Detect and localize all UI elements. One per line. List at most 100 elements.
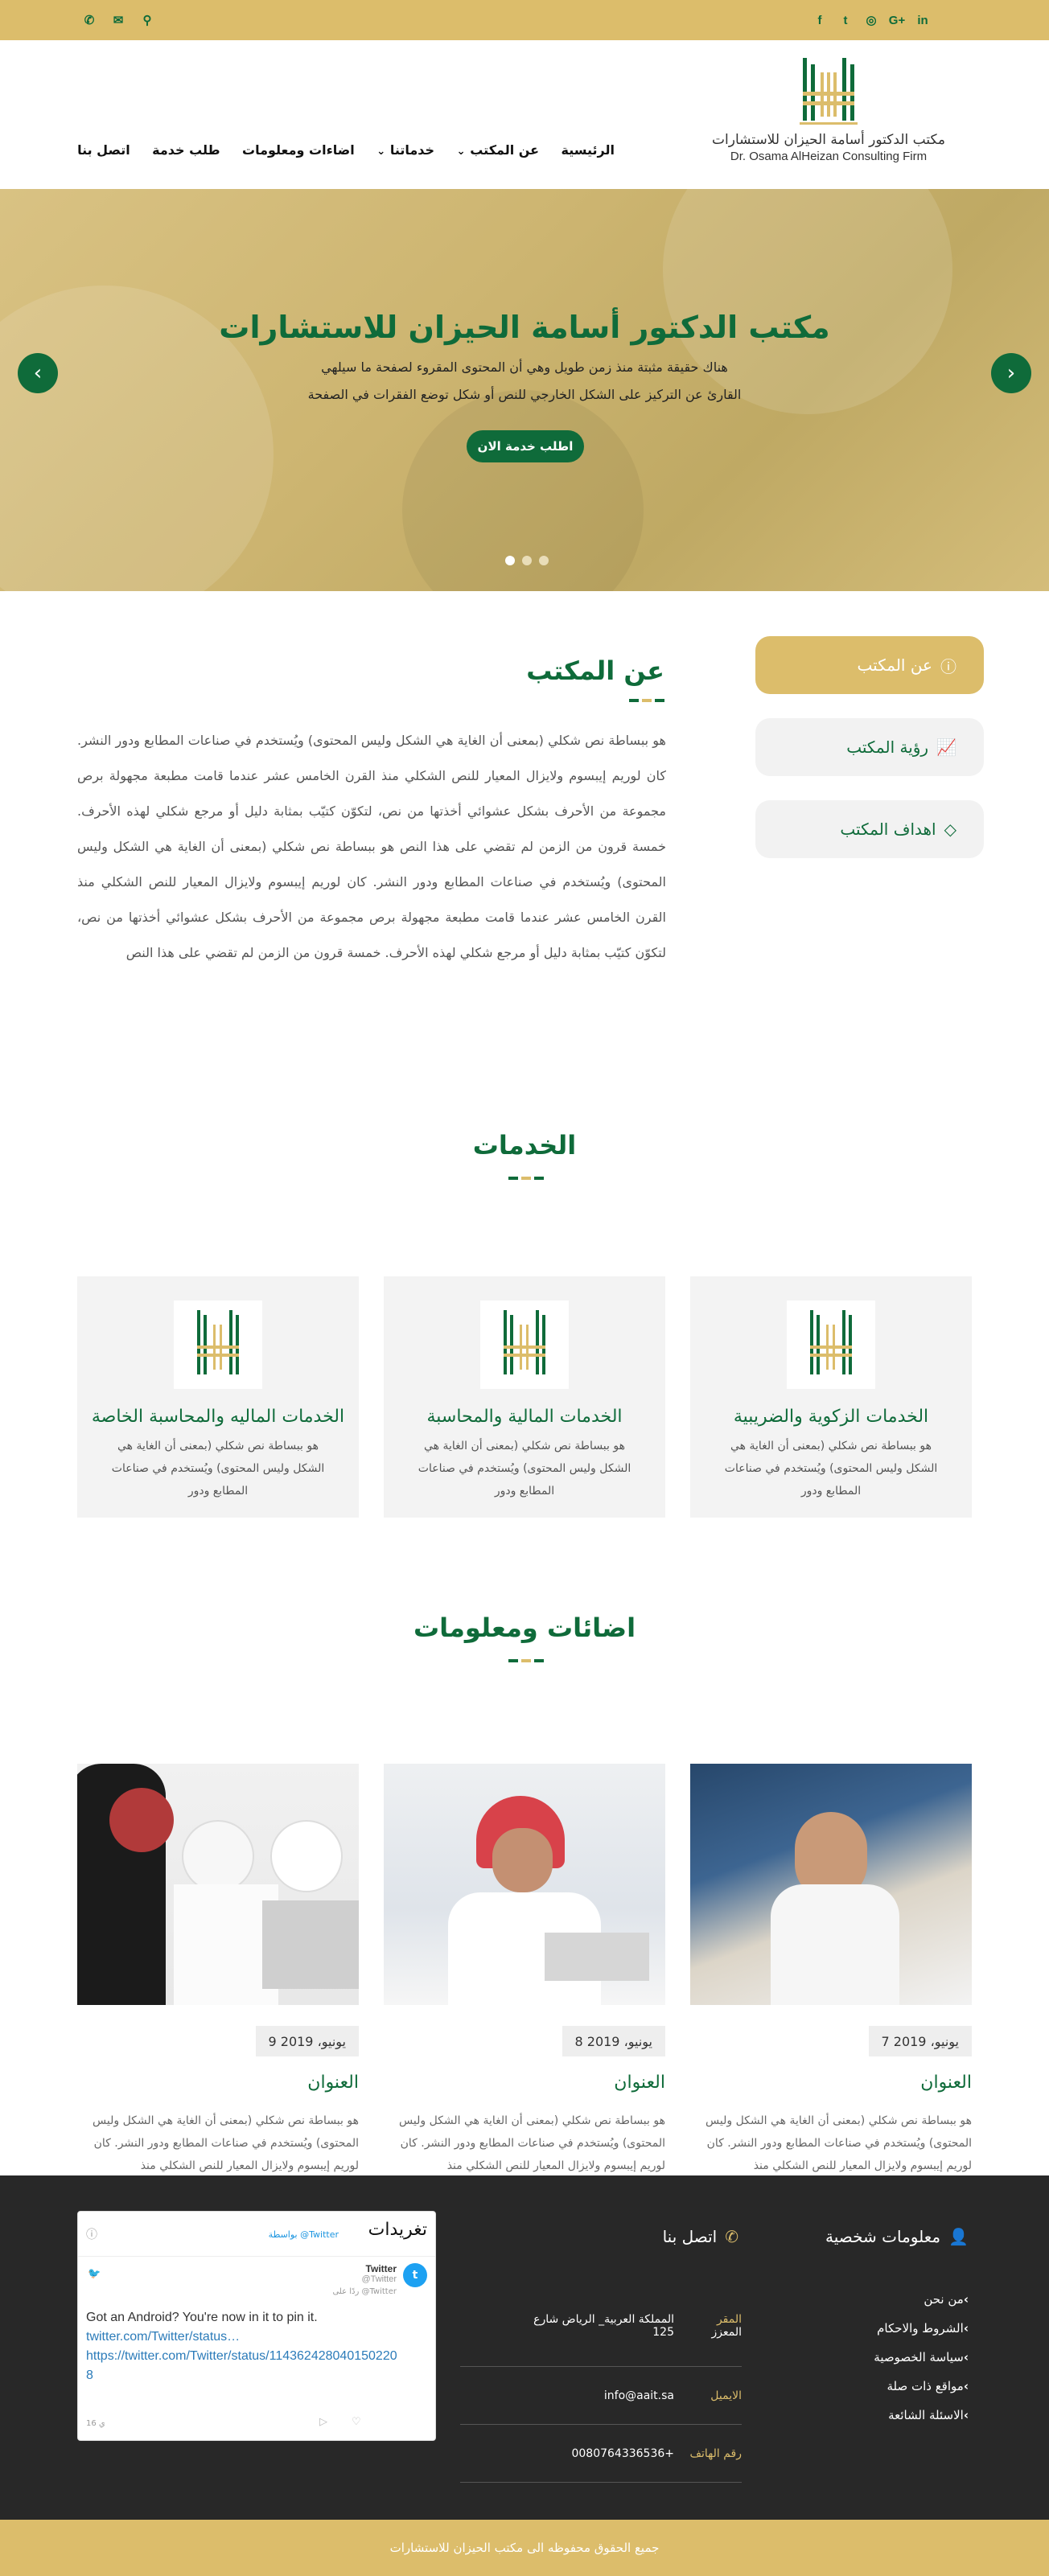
address-sub-label: المعزز [711,2325,743,2339]
email-value[interactable]: info@aait.sa [604,2389,674,2402]
tweet-link[interactable]: twitter.com/Twitter/status… [86,2327,403,2347]
tweet-text: Got an Android? You're now in it to pin … [86,2311,318,2324]
tab-about[interactable]: عن المكتب ⓘ [755,636,984,694]
hero-slider: مكتب الدكتور أسامة الحيزان للاستشارات هن… [0,189,1049,591]
search-icon[interactable]: ⚲ [137,10,158,31]
nav-request[interactable]: طلب خدمة [152,142,220,158]
nav-contact[interactable]: اتصل بنا [77,142,130,158]
personal-info-title: معلومات شخصية [825,2227,941,2246]
tab-about-label: عن المكتب [857,655,932,675]
address-value-text: المملكة العربية_ الرياض شارع [533,2312,674,2326]
site-footer: معلومات شخصية 👤 من نحن الشروط والاحكام سي… [0,2175,1049,2520]
phone-value[interactable]: +0080764336536 [571,2447,674,2460]
footer-link[interactable]: الشروط والاحكام [874,2314,969,2343]
logo-mark [800,58,858,125]
service-title: الخدمات الماليه والمحاسبة الخاصة [91,1407,345,1427]
footer-link[interactable]: مواقع ذات صلة [874,2372,969,2401]
contact-phone-row: رقم الهاتف +0080764336536 [460,2425,742,2483]
slider-dot[interactable] [539,556,549,565]
nav-about-label: عن المكتب [470,142,540,158]
footer-link[interactable]: من نحن [874,2285,969,2314]
chevron-left-icon: ‹ [33,361,43,385]
post-text: هو ببساطة نص شكلي (بمعنى أن الغاية هي ال… [706,2114,972,2172]
phone-icon[interactable]: ✆ [79,10,100,31]
tweet-handle: @Twitter [361,2274,397,2284]
info-icon[interactable]: ⓘ [86,2226,97,2242]
service-card[interactable]: الخدمات الزكوية والضريبية هو ببساطة نص ش… [690,1276,972,1518]
post-text: هو ببساطة نص شكلي (بمعنى أن الغاية هي ال… [93,2114,359,2172]
post-date: 8 يونيو، 2019 [562,2026,665,2056]
post-title[interactable]: العنوان [307,2073,359,2093]
slider-next-button[interactable]: › [991,353,1031,393]
instagram-icon[interactable]: ◎ [861,10,882,31]
services-title: الخدمات [472,1130,577,1161]
address-number: 125 [652,2325,674,2339]
share-icon[interactable]: ▷ [319,2416,327,2428]
phone-icon: ✆ [725,2227,738,2246]
nav-services[interactable]: خدماتنا ⌄ [376,142,434,158]
phone-label: رقم الهاتف [689,2447,742,2460]
tab-vision-label: رؤية المكتب [846,737,929,757]
service-logo-icon [174,1300,262,1389]
personal-info-heading: معلومات شخصية 👤 [825,2227,969,2246]
insight-post[interactable]: 8 يونيو، 2019 العنوان هو ببساطة نص شكلي … [384,1764,665,2172]
insight-post[interactable]: 7 يونيو، 2019 العنوان هو ببساطة نص شكلي … [690,1764,972,2172]
request-service-button[interactable]: اطلب خدمة الان [467,430,584,462]
tweets-by[interactable]: بواسطة @Twitter [269,2229,339,2240]
page: ✆ ✉ ⚲ f t ◎ G+ in مكتب الدكتور أسامة الح… [0,0,1049,2576]
tab-goals[interactable]: اهداف المكتب ◇ [755,800,984,858]
service-text: هو ببساطة نص شكلي (بمعنى أن الغاية هي ال… [418,1440,631,1498]
address-label-text: المقر [716,2312,742,2326]
title-divider [508,1659,544,1662]
site-logo[interactable]: مكتب الدكتور أسامة الحيزان للاستشارات Dr… [700,56,957,163]
tab-vision[interactable]: رؤية المكتب 📈 [755,718,984,776]
google-plus-icon[interactable]: G+ [887,10,907,31]
service-card[interactable]: الخدمات الماليه والمحاسبة الخاصة هو ببسا… [77,1276,359,1518]
insights-section: اضائات ومعلومات 7 يونيو، 2019 العنوان هو… [0,1580,1049,2175]
post-date: 7 يونيو، 2019 [868,2026,972,2056]
twitter-icon[interactable]: t [835,10,856,31]
contact-address-row: المقر المعزز المملكة العربية_ الرياض شارع… [460,2285,742,2367]
tweet-user[interactable]: Twitter [366,2263,397,2274]
logo-arabic-name: مكتب الدكتور أسامة الحيزان للاستشارات [712,132,945,148]
nav-about[interactable]: عن المكتب ⌄ [456,142,539,158]
address-value: المملكة العربية_ الرياض شارع 125 [533,2313,674,2339]
about-title: عن المكتب [526,655,664,686]
tab-goals-label: اهداف المكتب [840,820,936,839]
service-card[interactable]: الخدمات المالية والمحاسبة هو ببساطة نص ش… [384,1276,665,1518]
post-date: 9 يونيو، 2019 [255,2026,359,2056]
post-title[interactable]: العنوان [920,2073,972,2093]
footer-link[interactable]: سياسة الخصوصية [874,2343,969,2372]
facebook-icon[interactable]: f [809,10,830,31]
insight-post[interactable]: 9 يونيو، 2019 العنوان هو ببساطة نص شكلي … [77,1764,359,2172]
slider-dot[interactable] [522,556,532,565]
slider-dot[interactable] [505,556,515,565]
site-header: مكتب الدكتور أسامة الحيزان للاستشارات Dr… [0,40,1049,189]
envelope-icon[interactable]: ✉ [108,10,129,31]
tweet-link-full[interactable]: https://twitter.com/Twitter/status/11436… [86,2347,403,2385]
twitter-avatar[interactable]: t [403,2263,427,2287]
slider-prev-button[interactable]: ‹ [18,353,58,393]
post-title[interactable]: العنوان [614,2073,665,2093]
diamond-icon: ◇ [944,820,956,839]
top-tools: ✆ ✉ ⚲ [79,0,158,40]
nav-insights[interactable]: اضاءات ومعلومات [242,142,355,158]
nav-home[interactable]: الرئيسية [562,142,615,158]
linkedin-icon[interactable]: in [912,10,933,31]
twitter-bird-icon: 🐦 [88,2268,101,2280]
tweets-title: تغريدات [368,2220,427,2240]
service-title: الخدمات الزكوية والضريبية [733,1407,929,1427]
slider-dots [505,556,549,565]
hero-text-line2: القارئ عن التركيز على الشكل الخارجي للنص… [307,387,742,402]
insights-title: اضائات ومعلومات [413,1613,636,1643]
info-icon: ⓘ [940,656,956,676]
tweet-reply-note: ردًا على @Twitter [332,2287,397,2296]
heart-icon[interactable]: ♡ [352,2416,361,2428]
chart-icon: 📈 [936,737,956,757]
service-title: الخدمات المالية والمحاسبة [426,1407,623,1427]
post-text: هو ببساطة نص شكلي (بمعنى أن الغاية هي ال… [399,2114,665,2172]
footer-link[interactable]: الاسئلة الشائعة [874,2401,969,2430]
address-label: المقر المعزز [685,2312,743,2339]
chevron-down-icon: ⌄ [376,146,386,158]
user-icon: 👤 [948,2227,969,2246]
